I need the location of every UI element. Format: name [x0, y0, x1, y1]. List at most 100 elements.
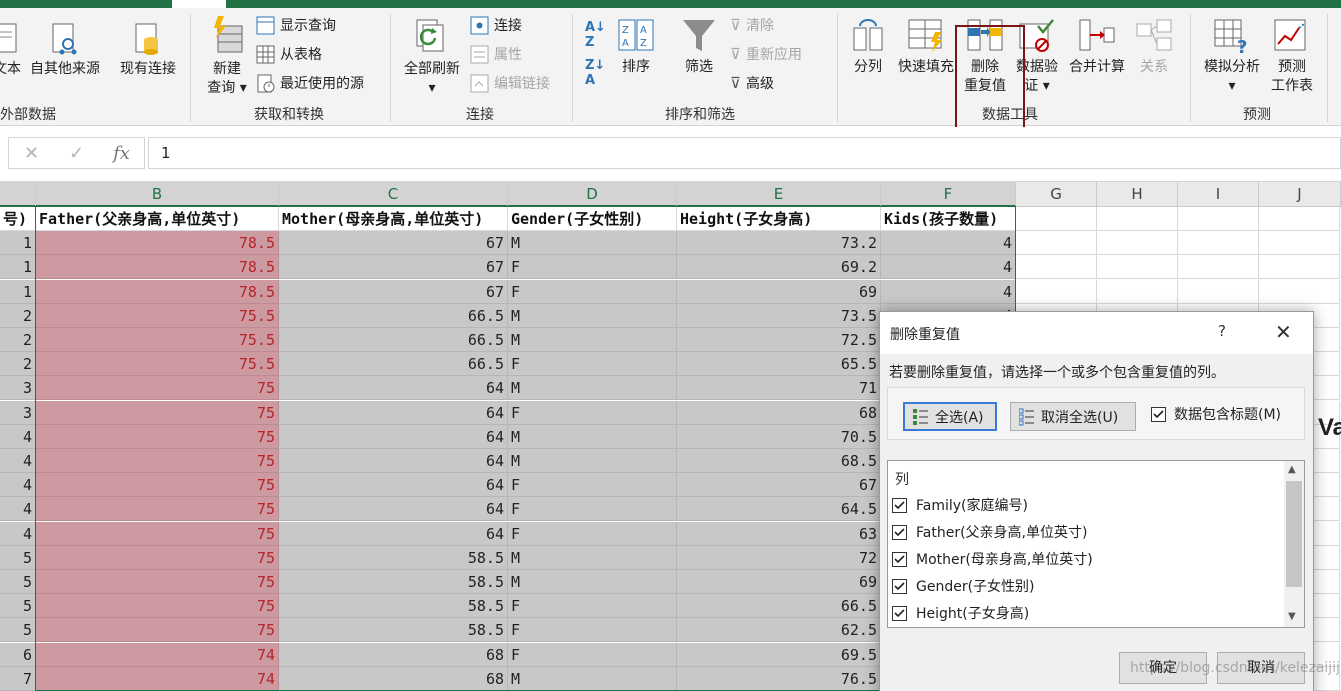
- empty-cell[interactable]: [1097, 231, 1178, 256]
- cell-b[interactable]: 75: [36, 570, 279, 594]
- cell-e[interactable]: 66.5: [677, 594, 881, 619]
- cell-e[interactable]: 63: [677, 521, 881, 546]
- cell-f[interactable]: 4: [881, 231, 1016, 256]
- cell-d[interactable]: M: [508, 545, 677, 570]
- cell-c[interactable]: 67: [279, 279, 508, 304]
- empty-cell[interactable]: [1097, 207, 1178, 231]
- help-icon[interactable]: ?: [1218, 322, 1226, 340]
- cell-b[interactable]: 75: [36, 497, 279, 522]
- cell-d[interactable]: M: [508, 328, 677, 352]
- cell-d[interactable]: F: [508, 642, 677, 667]
- cell-d[interactable]: M: [508, 376, 677, 401]
- relationships-button[interactable]: 关系: [1134, 18, 1174, 77]
- from-text-button[interactable]: 文本: [0, 22, 22, 79]
- cell-e[interactable]: 73.2: [677, 231, 881, 256]
- cell-d[interactable]: F: [508, 521, 677, 546]
- cell-c[interactable]: 64: [279, 473, 508, 498]
- existing-connections-button[interactable]: 现有连接: [116, 22, 180, 79]
- recent-sources-button[interactable]: 最近使用的源: [256, 70, 364, 96]
- cell-c[interactable]: 66.5: [279, 303, 508, 328]
- cell-a[interactable]: 1: [0, 255, 36, 280]
- reapply-button[interactable]: ⊽ 重新应用: [730, 41, 802, 67]
- sort-button[interactable]: ZAAZ 排序: [614, 18, 658, 77]
- sort-descending-button[interactable]: Z↓ A: [585, 58, 605, 88]
- from-table-button[interactable]: 从表格: [256, 41, 322, 67]
- cell-d[interactable]: F: [508, 497, 677, 522]
- connections-button[interactable]: 连接: [470, 12, 522, 38]
- cell-e[interactable]: 76.5: [677, 666, 881, 691]
- empty-cell[interactable]: [1259, 279, 1340, 304]
- cell-b[interactable]: 74: [36, 666, 279, 691]
- column-option-family[interactable]: Family(家庭编号): [892, 495, 1028, 515]
- cell-b[interactable]: 74: [36, 642, 279, 667]
- cell-d[interactable]: M: [508, 231, 677, 256]
- cell-e[interactable]: 67: [677, 473, 881, 498]
- cell-c[interactable]: 64: [279, 521, 508, 546]
- advanced-filter-button[interactable]: ⊽ 高级: [730, 70, 774, 96]
- header-cell-d[interactable]: Gender(子女性别): [508, 207, 677, 231]
- cell-d[interactable]: F: [508, 618, 677, 643]
- cell-f[interactable]: 4: [881, 279, 1016, 304]
- cell-d[interactable]: M: [508, 570, 677, 594]
- clear-filter-button[interactable]: ⊽ 清除: [730, 12, 774, 38]
- sort-ascending-button[interactable]: A↓ Z: [585, 20, 606, 50]
- column-header-h[interactable]: H: [1097, 182, 1178, 207]
- cell-c[interactable]: 64: [279, 376, 508, 401]
- cell-d[interactable]: F: [508, 473, 677, 498]
- column-option-height[interactable]: Height(子女身高): [892, 603, 1029, 623]
- cell-c[interactable]: 58.5: [279, 570, 508, 594]
- cell-d[interactable]: F: [508, 594, 677, 619]
- cell-e[interactable]: 70.5: [677, 424, 881, 449]
- cell-a[interactable]: 2: [0, 352, 36, 377]
- cell-e[interactable]: 65.5: [677, 352, 881, 377]
- column-header-b[interactable]: B: [36, 182, 279, 207]
- empty-cell[interactable]: [1178, 207, 1259, 231]
- header-cell-c[interactable]: Mother(母亲身高,单位英寸): [279, 207, 508, 231]
- empty-cell[interactable]: [1097, 279, 1178, 304]
- cell-c[interactable]: 67: [279, 255, 508, 280]
- cell-b[interactable]: 75: [36, 424, 279, 449]
- cell-e[interactable]: 72: [677, 545, 881, 570]
- empty-cell[interactable]: [1259, 255, 1340, 280]
- empty-cell[interactable]: [1016, 207, 1097, 231]
- header-cell-a[interactable]: 号): [0, 207, 36, 231]
- edit-links-button[interactable]: 编辑链接: [470, 70, 550, 96]
- column-header-d[interactable]: D: [508, 182, 677, 207]
- cell-b[interactable]: 75: [36, 376, 279, 401]
- cell-e[interactable]: 69.5: [677, 642, 881, 667]
- empty-cell[interactable]: [1178, 231, 1259, 256]
- cell-b[interactable]: 75: [36, 618, 279, 643]
- select-all-button[interactable]: 全选(A): [903, 402, 997, 431]
- cell-f[interactable]: 4: [881, 255, 1016, 280]
- cell-a[interactable]: 6: [0, 642, 36, 667]
- cell-a[interactable]: 4: [0, 449, 36, 473]
- cell-a[interactable]: 1: [0, 231, 36, 256]
- cell-e[interactable]: 71: [677, 376, 881, 401]
- what-if-analysis-button[interactable]: ? 模拟分析 ▾: [1200, 18, 1264, 96]
- empty-cell[interactable]: [1259, 231, 1340, 256]
- cell-b[interactable]: 75: [36, 594, 279, 619]
- cell-d[interactable]: M: [508, 303, 677, 328]
- cell-e[interactable]: 69: [677, 570, 881, 594]
- cell-b[interactable]: 75.5: [36, 303, 279, 328]
- cell-b[interactable]: 75: [36, 545, 279, 570]
- list-scrollbar[interactable]: ▲ ▼: [1284, 461, 1304, 627]
- cell-e[interactable]: 69: [677, 279, 881, 304]
- cell-c[interactable]: 68: [279, 666, 508, 691]
- empty-cell[interactable]: [1016, 255, 1097, 280]
- cell-d[interactable]: M: [508, 666, 677, 691]
- active-tab-data[interactable]: [172, 0, 226, 8]
- insert-function-icon[interactable]: fx: [99, 143, 144, 164]
- cell-d[interactable]: F: [508, 279, 677, 304]
- empty-cell[interactable]: [1097, 255, 1178, 280]
- cell-a[interactable]: 5: [0, 545, 36, 570]
- header-cell-b[interactable]: Father(父亲身高,单位英寸): [36, 207, 279, 231]
- empty-cell[interactable]: [1178, 279, 1259, 304]
- cell-b[interactable]: 75: [36, 449, 279, 473]
- empty-cell[interactable]: [1016, 231, 1097, 256]
- cell-b[interactable]: 75: [36, 473, 279, 498]
- unselect-all-button[interactable]: 取消全选(U): [1010, 402, 1136, 431]
- cell-e[interactable]: 69.2: [677, 255, 881, 280]
- cell-c[interactable]: 64: [279, 497, 508, 522]
- cell-c[interactable]: 68: [279, 642, 508, 667]
